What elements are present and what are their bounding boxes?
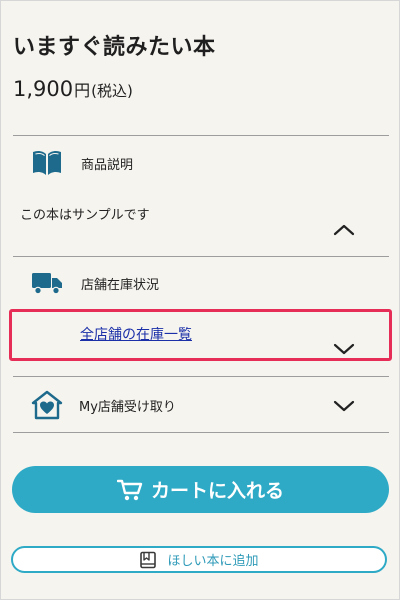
add-to-cart-label: カートに入れる <box>150 480 284 502</box>
price-unit: 円 <box>74 81 91 100</box>
add-to-wishlist-button[interactable]: ほしい本に追加 <box>11 546 387 573</box>
divider <box>13 256 389 257</box>
my-store-section-header[interactable]: My店舗受け取り <box>31 389 176 421</box>
product-title: いますぐ読みたい本 <box>13 35 216 60</box>
description-label: 商品説明 <box>81 157 134 173</box>
my-store-label: My店舗受け取り <box>79 399 176 415</box>
stock-section-header[interactable]: 店舗在庫状況 <box>31 267 159 299</box>
divider <box>13 135 389 136</box>
chevron-down-icon[interactable] <box>332 341 356 357</box>
book-bookmark-icon <box>139 551 157 569</box>
add-to-cart-button[interactable]: カートに入れる <box>12 466 389 513</box>
house-heart-icon <box>31 389 63 421</box>
open-book-icon <box>31 147 63 179</box>
price-tax-note: (税込) <box>91 82 133 100</box>
delivery-truck-icon <box>31 267 63 299</box>
price-value: 1,900 <box>13 77 74 101</box>
chevron-down-icon[interactable] <box>332 398 356 414</box>
divider <box>13 376 389 377</box>
chevron-up-icon[interactable] <box>332 222 356 238</box>
price-block: 1,900 円 (税込) <box>13 77 133 101</box>
cart-icon <box>116 478 143 502</box>
all-stores-stock-link[interactable]: 全店舗の在庫一覧 <box>80 324 192 344</box>
description-section-header[interactable]: 商品説明 <box>31 147 133 179</box>
product-panel: いますぐ読みたい本 1,900 円 (税込) 商品説明 この本はサンプルです 店… <box>0 0 400 600</box>
description-text: この本はサンプルです <box>20 208 150 223</box>
divider <box>13 432 389 433</box>
add-to-wishlist-label: ほしい本に追加 <box>167 553 259 568</box>
stock-label: 店舗在庫状況 <box>81 277 160 293</box>
